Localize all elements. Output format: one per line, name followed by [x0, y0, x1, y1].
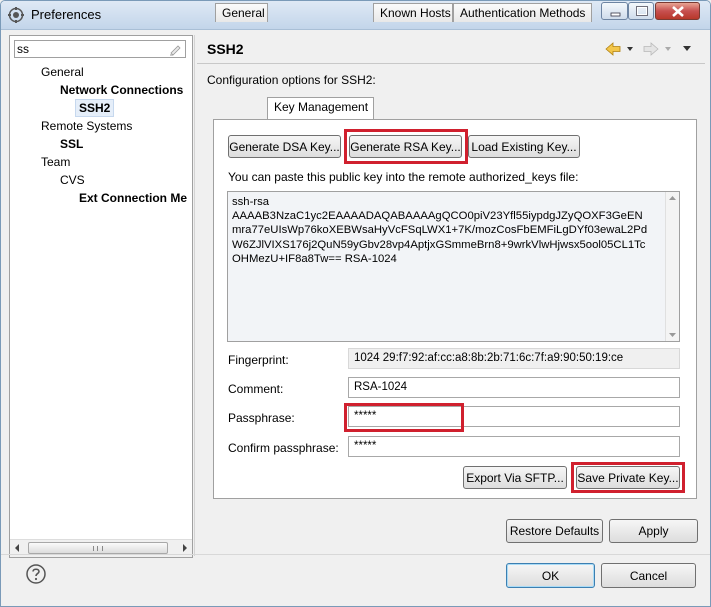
tab-general[interactable]: General: [215, 3, 268, 22]
forward-dropdown-icon[interactable]: [665, 47, 671, 51]
minimize-button[interactable]: [601, 2, 628, 20]
bottom-separator: [1, 554, 710, 555]
filter-input[interactable]: [17, 42, 157, 56]
tree-item-general[interactable]: General: [41, 64, 84, 80]
restore-defaults-button[interactable]: Restore Defaults: [506, 519, 603, 543]
generate-dsa-key-button[interactable]: Generate DSA Key...: [228, 135, 341, 158]
confirm-passphrase-label: Confirm passphrase:: [228, 441, 339, 455]
apply-button[interactable]: Apply: [609, 519, 698, 543]
comment-field[interactable]: RSA-1024: [348, 377, 680, 398]
view-menu-icon[interactable]: [683, 46, 691, 51]
scroll-left-icon[interactable]: [12, 543, 22, 553]
filter-field[interactable]: [14, 40, 186, 58]
confirm-passphrase-field[interactable]: *****: [348, 436, 680, 457]
help-icon[interactable]: [26, 564, 46, 584]
tab-known-hosts[interactable]: Known Hosts: [373, 3, 453, 22]
scrollbar-thumb[interactable]: [28, 542, 168, 554]
clear-filter-icon[interactable]: [168, 42, 182, 56]
preference-tree-pane: General Network Connections SSH2 Remote …: [9, 35, 193, 558]
tree-item-team[interactable]: Team: [41, 154, 70, 170]
public-key-textarea[interactable]: ssh-rsa AAAAB3NzaC1yc2EAAAADAQABAAAAgQCO…: [227, 191, 680, 342]
page-title: SSH2: [207, 41, 244, 57]
preferences-window: Preferences General Network Connections …: [0, 0, 711, 607]
minimize-icon: [610, 12, 621, 17]
ok-button[interactable]: OK: [506, 563, 595, 588]
scrollbar-grip-icon: [93, 546, 103, 551]
title-bar[interactable]: Preferences: [1, 1, 710, 30]
eclipse-app-icon: [8, 7, 24, 23]
tree-item-ext-connection-method[interactable]: Ext Connection Me: [79, 190, 187, 206]
fingerprint-label: Fingerprint:: [228, 353, 289, 367]
window-title: Preferences: [31, 7, 102, 22]
export-via-sftp-button[interactable]: Export Via SFTP...: [463, 466, 567, 489]
tree-item-ssl[interactable]: SSL: [60, 136, 83, 152]
highlight-save-private-key: [571, 462, 685, 493]
tab-authentication-methods[interactable]: Authentication Methods: [453, 3, 592, 22]
forward-arrow-icon[interactable]: [643, 42, 659, 56]
tree-item-ssh2[interactable]: SSH2: [75, 99, 115, 117]
history-nav: [605, 42, 691, 56]
back-dropdown-icon[interactable]: [627, 47, 633, 51]
tree-item-network-connections[interactable]: Network Connections: [60, 82, 183, 98]
maximize-button[interactable]: [628, 2, 654, 20]
cancel-button[interactable]: Cancel: [601, 563, 696, 588]
highlight-generate-rsa: [344, 129, 468, 164]
tab-key-management[interactable]: Key Management: [267, 97, 374, 119]
passphrase-label: Passphrase:: [228, 411, 295, 425]
close-icon: [672, 6, 684, 17]
close-button[interactable]: [655, 2, 700, 20]
scroll-arrows-icon[interactable]: [666, 192, 679, 341]
scroll-right-icon[interactable]: [180, 543, 190, 553]
public-key-scrollbar[interactable]: [665, 192, 679, 341]
maximize-icon: [636, 6, 648, 16]
tree-item-cvs[interactable]: CVS: [60, 172, 85, 188]
public-key-text[interactable]: ssh-rsa AAAAB3NzaC1yc2EAAAADAQABAAAAgQCO…: [232, 195, 660, 266]
fingerprint-field: 1024 29:f7:92:af:cc:a8:8b:2b:71:6c:7f:a9…: [348, 348, 680, 369]
pane-splitter[interactable]: [194, 35, 197, 556]
load-existing-key-button[interactable]: Load Existing Key...: [468, 135, 580, 158]
page-description: Configuration options for SSH2:: [207, 73, 376, 87]
comment-label: Comment:: [228, 382, 284, 396]
highlight-passphrase: [344, 403, 464, 432]
back-arrow-icon[interactable]: [605, 42, 621, 56]
tree-item-remote-systems[interactable]: Remote Systems: [41, 118, 132, 134]
header-separator: [197, 63, 705, 64]
paste-hint-label: You can paste this public key into the r…: [228, 170, 579, 184]
